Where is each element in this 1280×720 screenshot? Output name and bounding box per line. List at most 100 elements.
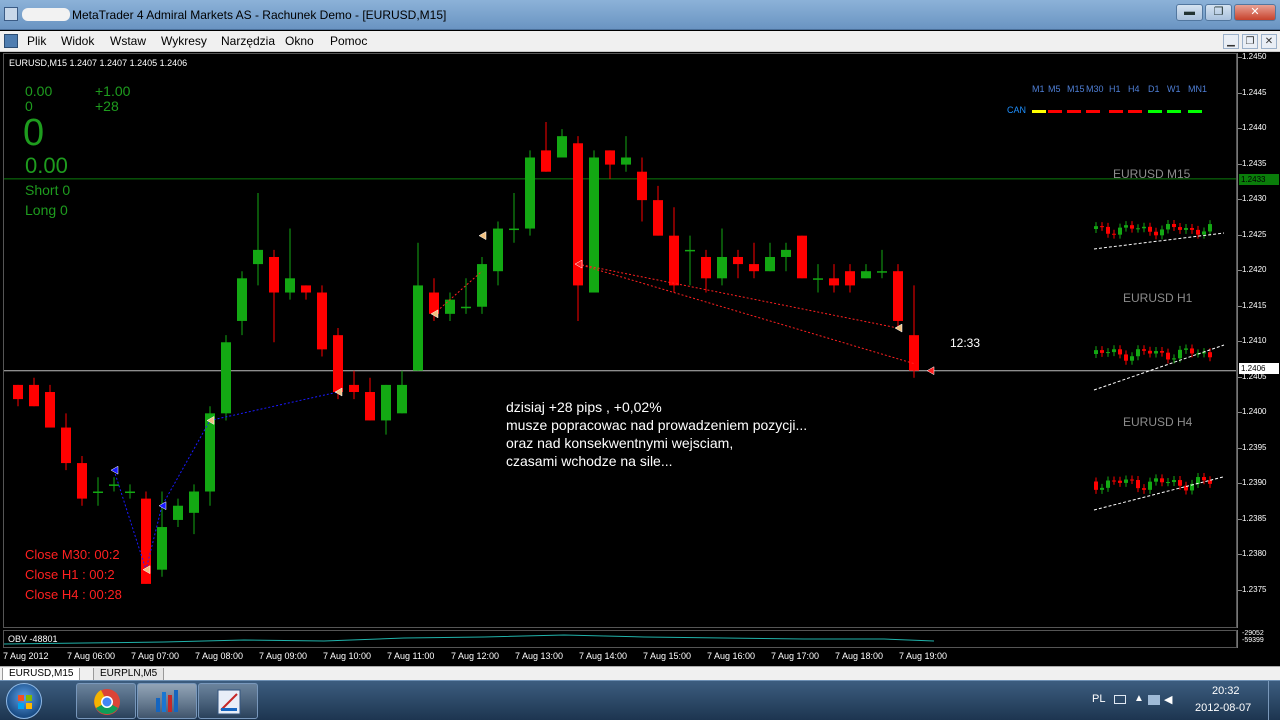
time-tick-label: 7 Aug 08:00 (195, 651, 244, 661)
mini-h4-candle (1166, 482, 1170, 484)
mini-m15-candle (1196, 229, 1200, 235)
bull-candle (253, 249, 263, 265)
trade-line-red-1 (433, 270, 483, 315)
close-h1-timer: Close H1 : 00:2 (25, 567, 115, 582)
language-indicator[interactable]: PL (1092, 693, 1105, 705)
mini-m15-candle (1142, 226, 1146, 229)
time-tick-label: 7 Aug 06:00 (67, 651, 116, 661)
bear-candle (829, 278, 839, 286)
close-button[interactable]: ✕ (1234, 4, 1276, 21)
price-axis[interactable]: 1.2450 1.2445 1.2440 1.2435 1.2430 1.2425 1.24… (1237, 53, 1280, 628)
clock-date[interactable]: 2012-08-07 (1195, 702, 1251, 714)
taskbar-chrome[interactable] (76, 683, 136, 719)
bear-candle (77, 463, 87, 499)
price-tick-label: 1.2415 (1242, 300, 1267, 310)
mini-h1-candle (1172, 358, 1176, 360)
clock-time[interactable]: 20:32 (1212, 685, 1240, 697)
price-tick-label: 1.2410 (1242, 336, 1267, 346)
price-tick-label: 1.2395 (1242, 442, 1267, 452)
timeframe-signal-bar (1032, 110, 1046, 113)
bear-candle (333, 335, 343, 393)
mdi-minimize-button[interactable]: ▁ (1223, 34, 1239, 49)
menu-widok[interactable]: Widok (61, 34, 94, 48)
mini-m15-candle (1136, 228, 1140, 230)
symbol-header: EURUSD,M15 1.2407 1.2407 1.2405 1.2406 (9, 58, 188, 68)
mini-h4-candle (1178, 480, 1182, 486)
mini-h4-candle (1160, 478, 1164, 483)
mini-h1-candle (1100, 350, 1104, 353)
long-count: Long 0 (25, 202, 68, 218)
show-desktop-button[interactable] (1268, 681, 1280, 720)
timeframe-signal-bar (1148, 110, 1162, 113)
time-tick-label: 7 Aug 18:00 (835, 651, 884, 661)
bull-candle (493, 228, 503, 272)
bull-candle (157, 527, 167, 570)
bear-candle (701, 256, 711, 279)
bull-candle (221, 342, 231, 414)
taskbar-metatrader[interactable] (137, 683, 197, 719)
time-tick-label: 7 Aug 17:00 (771, 651, 820, 661)
menu-pomoc[interactable]: Pomoc (330, 34, 367, 48)
chart-window-icon[interactable] (4, 34, 18, 48)
start-button[interactable] (6, 683, 42, 719)
bear-candle (909, 335, 919, 371)
mini-h4-candle (1208, 480, 1212, 484)
tray-icons[interactable]: ▲ ◀ (1114, 693, 1178, 707)
close-m30-timer: Close M30: 00:2 (25, 547, 120, 562)
bull-candle (237, 278, 247, 321)
mini-m15-candle (1100, 226, 1104, 228)
bear-candle (317, 292, 327, 350)
mt4-app-icon[interactable] (4, 7, 18, 21)
chevron-up-icon[interactable]: ▲ (1134, 693, 1144, 704)
timeframe-label-h1: H1 (1109, 84, 1121, 94)
price-tick-label: 1.2385 (1242, 513, 1267, 523)
bull-candle (781, 249, 791, 257)
bear-candle (61, 427, 71, 464)
mini-m15-candle (1124, 225, 1128, 228)
price-chart[interactable]: EURUSD,M15 1.2407 1.2407 1.2405 1.2406 0… (3, 53, 1237, 628)
chart-tabs: EURUSD,M15 EURPLN,M5 (0, 666, 1280, 681)
mini-h1-candle (1208, 352, 1212, 358)
mdi-close-button[interactable]: ✕ (1261, 34, 1277, 49)
price-tick-label: 1.2425 (1242, 229, 1267, 239)
bear-candle (637, 171, 647, 201)
bull-candle (397, 384, 407, 414)
bear-candle (749, 264, 759, 272)
volume-icon[interactable]: ◀ (1164, 693, 1172, 706)
window-title: MetaTrader 4 Admiral Markets AS - Rachun… (72, 8, 447, 22)
menu-wstaw[interactable]: Wstaw (110, 34, 146, 48)
menu-wykresy[interactable]: Wykresy (161, 34, 207, 48)
mini-h4-candle (1130, 479, 1134, 481)
taskbar-app[interactable] (198, 683, 258, 719)
keyboard-icon[interactable] (1114, 695, 1126, 704)
maximize-button[interactable]: ❐ (1205, 4, 1232, 21)
price-tag-bid: 1.2406 (1239, 363, 1279, 374)
menu-bar: Plik Widok Wstaw Wykresy Narzędzia Okno … (0, 31, 1280, 52)
mini-h4-candle (1124, 479, 1128, 483)
bar-countdown: 12:33 (950, 336, 981, 350)
mdi-restore-button[interactable]: ❐ (1242, 34, 1258, 49)
note-line-4: czasami wchodze na sile... (506, 453, 673, 469)
menu-narzedzia[interactable]: Narzędzia (221, 34, 275, 48)
time-axis[interactable]: 7 Aug 2012 7 Aug 06:00 7 Aug 07:00 7 Aug 08… (0, 648, 1280, 666)
obv-indicator-pane[interactable]: OBV -48801 (3, 630, 1237, 648)
trade-arrow-icon (926, 366, 935, 376)
mini-h1-candle (1130, 356, 1134, 361)
bear-candle (605, 150, 615, 165)
timeframe-label-m15: M15 (1067, 84, 1085, 94)
network-icon[interactable] (1148, 695, 1160, 705)
bear-candle (349, 384, 359, 393)
minimize-button[interactable]: ▬ (1176, 4, 1203, 21)
mini-m15-candle (1184, 228, 1188, 230)
time-tick-label: 7 Aug 07:00 (131, 651, 180, 661)
menu-plik[interactable]: Plik (27, 34, 46, 48)
mini-h4-candle (1196, 477, 1200, 484)
bull-candle (877, 271, 887, 273)
mini-chart-title-h4: EURUSD H4 (1123, 415, 1193, 429)
menu-okno[interactable]: Okno (285, 34, 314, 48)
bull-candle (557, 136, 567, 158)
mini-h4-candle (1118, 480, 1122, 483)
bull-candle (205, 413, 215, 492)
timeframe-label-d1: D1 (1148, 84, 1160, 94)
document-app-icon (217, 689, 241, 715)
